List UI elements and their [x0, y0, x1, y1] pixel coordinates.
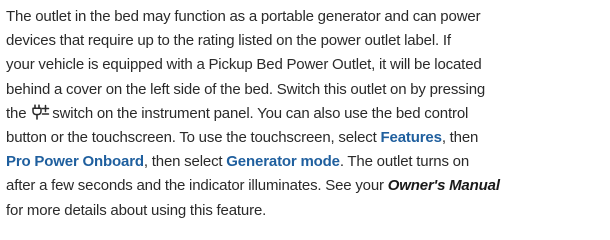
text-line-9: for more details about using this featur…	[6, 201, 267, 219]
text-line-7-end: . The outlet turns on	[339, 153, 470, 171]
text-line-1: The outlet in the bed may function as a …	[6, 8, 481, 25]
text-line-6-start: button or the touchscreen. To use the to…	[6, 129, 377, 147]
text-line-6: button or the touchscreen. To use the to…	[6, 126, 600, 150]
text-line-5-start: the	[6, 104, 27, 122]
text-line-3: your vehicle is equipped with a Pickup B…	[6, 56, 482, 74]
text-line-2: devices that require up to the rating li…	[6, 32, 451, 50]
text-line-5-end: switch on the instrument panel. You can …	[52, 104, 469, 122]
text-line-7: Pro Power Onboard, then select Generator…	[6, 150, 600, 174]
generator-mode-term: Generator mode	[226, 153, 340, 171]
text-line-4: behind a cover on the left side of the b…	[6, 80, 486, 98]
text-line-7-middle: , then select	[143, 153, 223, 171]
text-line-5: the switch on the instrument panel. You …	[6, 102, 600, 126]
text-line-8: after a few seconds and the indicator il…	[6, 174, 600, 198]
power-outlet-switch-icon	[30, 104, 50, 120]
text-line-8-start: after a few seconds and the indicator il…	[6, 177, 384, 195]
document-page: The outlet in the bed may function as a …	[0, 0, 610, 240]
bed-power-outlet-paragraph: The outlet in the bed may function as a …	[6, 5, 600, 223]
text-line-6-end: , then	[441, 129, 479, 147]
pro-power-onboard-term: Pro Power Onboard	[6, 153, 144, 171]
owners-manual-reference: Owner's Manual	[387, 177, 500, 195]
features-menu-term: Features	[380, 129, 442, 147]
